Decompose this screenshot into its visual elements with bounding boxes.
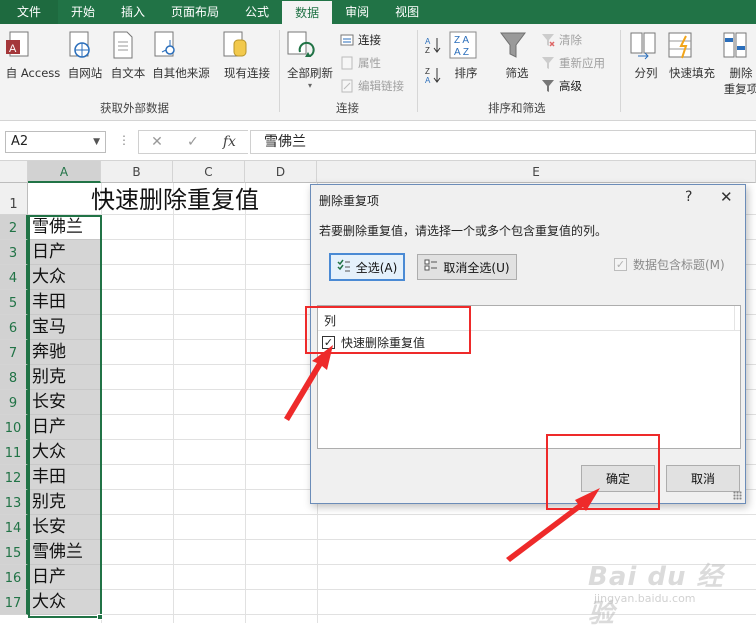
annotation-arrow-icon xyxy=(506,488,600,562)
annotation-arrow-icon xyxy=(284,345,333,421)
annotation-arrows xyxy=(284,345,600,562)
